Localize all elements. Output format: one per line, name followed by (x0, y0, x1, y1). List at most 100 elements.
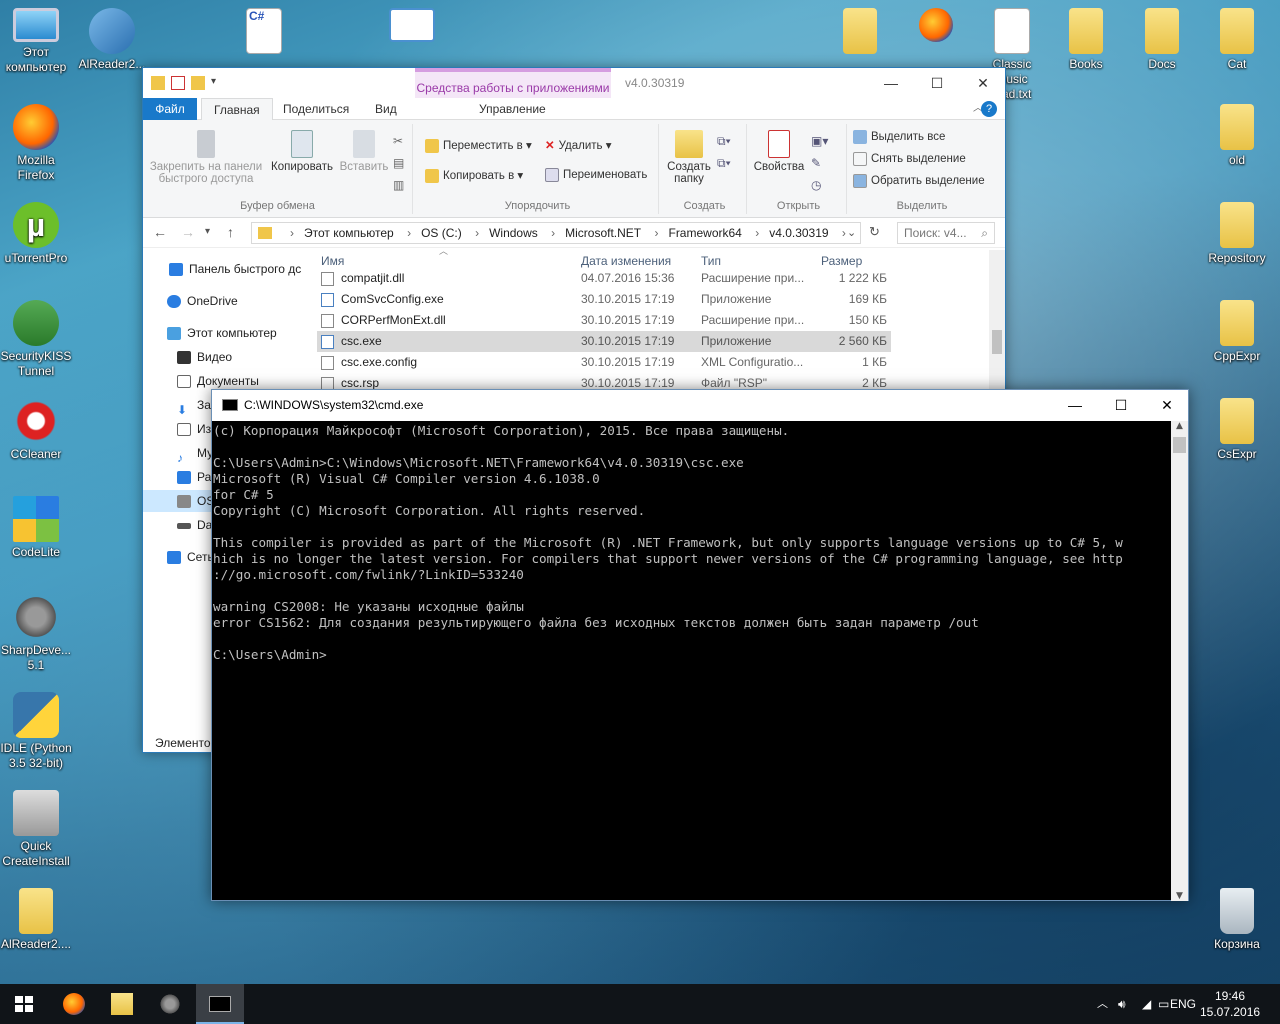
desktop-icon-a-cs[interactable]: C# (228, 8, 300, 57)
table-row[interactable]: ComSvcConfig.exe 30.10.2015 17:19 Прилож… (317, 289, 891, 310)
desktop-icon-securitykiss[interactable]: SecurityKISS Tunnel (0, 300, 72, 379)
open-small-icons[interactable]: ▣▾ ✎ ◷ (811, 130, 828, 196)
desktop-icon-quick-createinstall[interactable]: Quick CreateInstall (0, 790, 72, 869)
breadcrumb-this-pc[interactable]: Этот компьютер (304, 226, 394, 240)
scrollbar-thumb[interactable] (992, 330, 1002, 354)
network-icon[interactable]: ◢ (1142, 984, 1151, 1024)
scrollbar-thumb[interactable] (1173, 437, 1186, 453)
explorer-titlebar[interactable]: ▾ Средства работы с приложениями v4.0.30… (143, 68, 1005, 98)
minimize-button[interactable]: — (871, 72, 911, 94)
tab-share[interactable]: Поделиться (271, 98, 361, 120)
nav-quick-access[interactable]: Панель быстрого дс (143, 258, 301, 280)
desktop-icon-this-pc[interactable]: Этот компьютер (0, 8, 72, 75)
scroll-up-icon[interactable]: ▲ (1171, 421, 1188, 431)
desktop-icon-cpp17-htm[interactable] (900, 8, 972, 45)
recent-dropdown-icon[interactable]: ▾ (205, 226, 210, 237)
deselect-button[interactable]: Снять выделение (853, 152, 966, 166)
breadcrumb-os-c[interactable]: OS (C:) (421, 226, 462, 240)
table-row[interactable]: compatjit.dll 04.07.2016 15:36 Расширени… (317, 268, 891, 289)
cmd-window[interactable]: C:\WINDOWS\system32\cmd.exe — ☐ ✕ (c) Ко… (211, 389, 1189, 901)
breadcrumb-version[interactable]: v4.0.30319 (769, 226, 828, 240)
tab-file[interactable]: Файл (143, 98, 197, 120)
desktop-icon-utorrent[interactable]: µ uTorrentPro (0, 202, 72, 266)
table-row[interactable]: csc.exe.config 30.10.2015 17:19 XML Conf… (317, 352, 891, 373)
forward-icon[interactable]: → (181, 224, 195, 240)
taskbar-explorer[interactable] (98, 984, 146, 1024)
maximize-button[interactable]: ☐ (917, 72, 957, 94)
taskbar-sharpdevelop[interactable] (146, 984, 194, 1024)
desktop-icon-csexpr[interactable]: CsExpr (1201, 398, 1273, 462)
maximize-button[interactable]: ☐ (1098, 393, 1144, 417)
language-indicator[interactable]: ENG (1170, 984, 1196, 1024)
table-row-selected[interactable]: csc.exe 30.10.2015 17:19 Приложение 2 56… (317, 331, 891, 352)
tab-manage[interactable]: Управление (467, 98, 558, 120)
desktop-icon-cppexpr[interactable]: CppExpr (1201, 300, 1273, 364)
desktop-icon-cpp17-files[interactable] (824, 8, 896, 57)
scroll-down-icon[interactable]: ▼ (1171, 891, 1188, 901)
cmd-titlebar[interactable]: C:\WINDOWS\system32\cmd.exe — ☐ ✕ (212, 390, 1188, 421)
new-item-icons[interactable]: ⧉▾ ⧉▾ (717, 130, 731, 174)
volume-icon[interactable]: 🔊︎ (1118, 984, 1126, 1024)
help-icon[interactable]: ? (981, 101, 997, 117)
address-bar[interactable]: › Этот компьютер › OS (C:) › Windows › Micro… (251, 222, 861, 244)
new-folder-button[interactable]: Создать папку (665, 130, 713, 185)
start-button[interactable] (0, 984, 48, 1024)
nav-onedrive[interactable]: OneDrive (143, 290, 301, 312)
copy-to-button[interactable]: Копировать в ▾ (425, 168, 523, 183)
search-input[interactable]: Поиск: v4... ⌕ (897, 222, 995, 244)
select-all-button[interactable]: Выделить все (853, 130, 945, 144)
column-type[interactable]: Тип (701, 254, 721, 268)
desktop-icon-cat[interactable]: Cat (1201, 8, 1273, 72)
refresh-icon[interactable]: ↻ (869, 224, 880, 240)
nav-this-pc[interactable]: Этот компьютер (143, 322, 301, 344)
table-row[interactable]: csc.rsp 30.10.2015 17:19 Файл "RSP" 2 КБ (317, 373, 891, 390)
pin-button[interactable]: Закрепить на панели быстрого доступа (147, 130, 265, 185)
copy-button[interactable]: Копировать (267, 130, 337, 173)
desktop-icon-alreader-folder[interactable]: AlReader2.... (0, 888, 72, 952)
move-to-button[interactable]: Переместить в ▾ (425, 138, 532, 153)
clipboard-small-icons[interactable]: ✂ ▤ ▥ (393, 130, 404, 196)
rename-button[interactable]: Переименовать (545, 168, 647, 182)
action-center-icon[interactable]: ▭ (1158, 984, 1169, 1024)
invert-selection-button[interactable]: Обратить выделение (853, 174, 985, 188)
show-hidden-icons[interactable]: ︿ (1097, 984, 1108, 1024)
desktop-icon-recycle-bin[interactable]: Корзина (1201, 888, 1273, 952)
paste-button[interactable]: Вставить (337, 130, 391, 173)
close-button[interactable]: ✕ (1144, 393, 1190, 417)
desktop-icon-old[interactable]: old (1201, 104, 1273, 168)
desktop-icon-a-exe[interactable] (376, 8, 448, 45)
console-output[interactable]: (c) Корпорация Майкрософт (Microsoft Cor… (212, 421, 1172, 901)
desktop-icon-firefox[interactable]: Mozilla Firefox (0, 104, 72, 183)
address-dropdown-icon[interactable]: ⌄ (847, 226, 856, 239)
close-button[interactable]: ✕ (963, 72, 1003, 94)
clock[interactable]: 19:46 15.07.2016 (1200, 988, 1260, 1020)
nav-video[interactable]: Видео (143, 346, 301, 368)
console-scrollbar[interactable]: ▲ ▼ (1171, 421, 1188, 901)
column-size[interactable]: Размер (821, 254, 862, 268)
desktop-icon-idle[interactable]: IDLE (Python 3.5 32-bit) (0, 692, 72, 771)
breadcrumb-framework64[interactable]: Framework64 (668, 226, 741, 240)
column-date[interactable]: Дата изменения (581, 254, 671, 268)
chevron-down-icon[interactable]: ▾ (211, 76, 225, 90)
desktop-icon-sharpdevelop[interactable]: SharpDeve... 5.1 (0, 594, 72, 673)
minimize-button[interactable]: — (1052, 393, 1098, 417)
taskbar-cmd[interactable] (196, 984, 244, 1024)
properties-check-icon[interactable] (171, 76, 185, 90)
breadcrumb-microsoft-net[interactable]: Microsoft.NET (565, 226, 641, 240)
taskbar-firefox[interactable] (50, 984, 98, 1024)
properties-button[interactable]: Свойства (751, 130, 807, 173)
desktop-icon-repository[interactable]: Repository (1201, 202, 1273, 266)
desktop-icon-books[interactable]: Books (1050, 8, 1122, 72)
desktop-icon-ccleaner[interactable]: CCleaner (0, 398, 72, 462)
breadcrumb-windows[interactable]: Windows (489, 226, 538, 240)
tab-home[interactable]: Главная (201, 98, 273, 120)
desktop-icon-docs[interactable]: Docs (1126, 8, 1198, 72)
desktop-icon-alreader[interactable]: AlReader2... (76, 8, 148, 72)
delete-button[interactable]: ✕ Удалить ▾ (545, 138, 612, 152)
column-name[interactable]: Имя (321, 254, 344, 268)
file-list-scrollbar[interactable] (989, 250, 1005, 390)
tab-view[interactable]: Вид (363, 98, 409, 120)
desktop-icon-codelite[interactable]: CodeLite (0, 496, 72, 560)
up-icon[interactable]: ↑ (227, 224, 234, 240)
table-row[interactable]: CORPerfMonExt.dll 30.10.2015 17:19 Расши… (317, 310, 891, 331)
